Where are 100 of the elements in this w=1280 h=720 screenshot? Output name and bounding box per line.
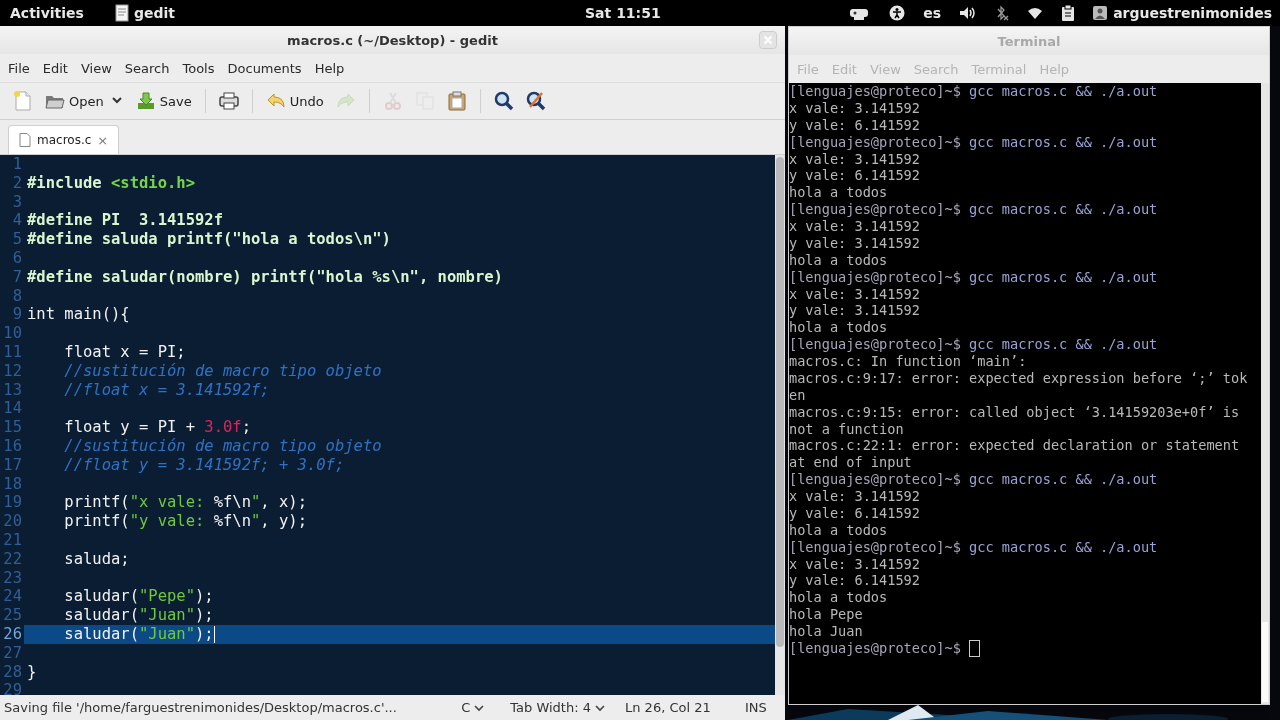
terminal-line: [lenguajes@proteco]~$ gcc macros.c && ./a.out (789, 538, 1158, 556)
terminal-line: macros.c:9:15: error: called object ‘3.14159203e+0f’ is (789, 403, 1240, 421)
line-number: 2 (11, 173, 23, 193)
caret-icon (595, 702, 605, 713)
terminal-line: y vale: 3.141592 (789, 234, 920, 252)
terminal-line: y vale: 6.141592 (789, 572, 920, 590)
code-line: saludar("Juan"); (63, 624, 214, 644)
terminal-line: [lenguajes@proteco]~$ gcc macros.c && ./a.out (789, 201, 1158, 218)
activities-button[interactable]: Activities (10, 5, 106, 21)
tab-width-dropdown[interactable]: Tab Width: 4 (504, 699, 611, 716)
line-number: 25 (2, 606, 23, 625)
terminal-line: x vale: 3.141592 (789, 150, 920, 168)
line-number: 16 (2, 436, 23, 456)
clock[interactable]: Sat 11:51 (585, 5, 706, 21)
code-line: float x = PI; (63, 342, 186, 362)
menu-item[interactable]: Edit (42, 60, 75, 76)
scrollbar-thumb[interactable] (776, 157, 784, 647)
terminal-line: y vale: 6.141592 (789, 504, 920, 522)
line-number: 20 (2, 512, 23, 531)
terminal-line: hola Juan (789, 623, 863, 640)
window-title: macros.c (~/Desktop) - gedit (287, 32, 498, 48)
terminal-line: [lenguajes@proteco]~$ (789, 639, 961, 657)
code-line: #include <stdio.h> (26, 173, 195, 193)
terminal-line: en (789, 386, 806, 404)
terminal-line: hola Pepe (789, 606, 863, 623)
terminal-line: hola a todos (789, 319, 888, 337)
line-number: 28 (2, 662, 23, 682)
terminal-line: macros.c:22:1: error: expected declaration or statement (789, 437, 1240, 455)
undo-button[interactable]: Undo (260, 88, 329, 114)
code-line: } (26, 662, 37, 682)
terminal-line: hola a todos (789, 184, 888, 202)
terminal-line: [lenguajes@proteco]~$ gcc macros.c && ./a.out (789, 133, 1158, 151)
code-line: //float y = 3.141592f; + 3.0f; (63, 455, 345, 475)
code-line: saludar("Pepe"); (63, 587, 214, 607)
language-dropdown[interactable]: C (455, 699, 491, 716)
accessibility-icon[interactable] (889, 5, 906, 21)
menu-item[interactable]: Tools (182, 60, 222, 76)
file-icon (19, 133, 31, 147)
menu-item[interactable]: File (8, 60, 37, 76)
save-button[interactable]: Save (130, 88, 197, 114)
user-menu[interactable]: arguestrenimonides (1113, 5, 1272, 21)
menu-item[interactable]: Help (314, 60, 352, 76)
line-number: 9 (11, 305, 23, 325)
terminal-line: x vale: 3.141592 (789, 99, 920, 117)
terminal-line: x vale: 3.141592 (789, 285, 920, 303)
code-line: int main(){ (26, 305, 130, 325)
new-document-icon (13, 91, 33, 111)
line-number: 12 (2, 361, 23, 381)
line-number: 24 (2, 587, 23, 607)
scrollbar[interactable] (1261, 83, 1269, 704)
terminal-line: macros.c: In function ‘main’: (789, 353, 1027, 370)
line-number: 14 (2, 399, 23, 419)
terminal-line: [lenguajes@proteco]~$ gcc macros.c && ./a.out (789, 83, 1158, 100)
language-indicator[interactable]: es (923, 5, 942, 21)
line-number: 6 (11, 249, 23, 268)
menu-item[interactable]: Documents (227, 60, 309, 76)
terminal-line: [lenguajes@proteco]~$ gcc macros.c && ./a.out (789, 268, 1158, 286)
caret-icon (474, 702, 485, 713)
line-number: 15 (2, 418, 23, 437)
printer-icon (218, 91, 239, 111)
window-title: Terminal (997, 33, 1061, 49)
code-line: //sustitución de macro tipo objeto (63, 436, 382, 456)
line-number: 5 (11, 230, 23, 249)
bluetooth-icon[interactable] (995, 5, 1010, 21)
line-number: 18 (2, 474, 23, 494)
line-number: 10 (2, 324, 23, 343)
line-number: 3 (11, 192, 23, 212)
line-number: 13 (2, 380, 23, 400)
menu-item[interactable]: View (80, 60, 119, 76)
code-line: printf("y vale: %f\n", y); (63, 512, 307, 531)
scrollbar[interactable] (775, 155, 785, 695)
code-line: printf("x vale: %f\n", x); (63, 493, 307, 513)
wifi-icon[interactable] (1027, 6, 1044, 20)
clipboard-icon[interactable] (1061, 5, 1076, 21)
document-tab[interactable]: macros.c × (8, 125, 120, 154)
line-number: 19 (2, 493, 23, 513)
line-number: 4 (11, 211, 23, 231)
code-line: #define saluda printf("hola a todos\n") (26, 230, 391, 249)
open-button[interactable]: Open (40, 88, 109, 114)
line-number: 7 (11, 267, 23, 287)
document-icon (114, 4, 130, 22)
line-number: 17 (2, 455, 23, 475)
text-cursor (213, 625, 216, 643)
code-line: float y = PI + 3.0f; (63, 418, 251, 437)
terminal-line: x vale: 3.141592 (789, 555, 920, 573)
volume-icon[interactable] (959, 5, 978, 21)
clipboard-icon (446, 91, 467, 111)
search-icon (493, 91, 514, 111)
terminal-line: hola a todos (789, 251, 888, 269)
download-icon (135, 91, 156, 111)
line-number: 23 (2, 568, 23, 588)
terminal-line: [lenguajes@proteco]~$ gcc macros.c && ./a.out (789, 471, 1158, 488)
line-number: 27 (2, 643, 23, 663)
line-number: 11 (2, 342, 23, 362)
terminal-line: macros.c:9:17: error: expected expression before ‘;’ tok (789, 369, 1248, 387)
cursor-position: Ln 26, Col 21 (625, 700, 712, 715)
menu-item[interactable]: Search (124, 60, 177, 76)
tab-close-button[interactable]: × (97, 132, 109, 148)
app-menu[interactable]: gedit (134, 5, 176, 21)
scrollbar-thumb[interactable] (1262, 622, 1268, 702)
